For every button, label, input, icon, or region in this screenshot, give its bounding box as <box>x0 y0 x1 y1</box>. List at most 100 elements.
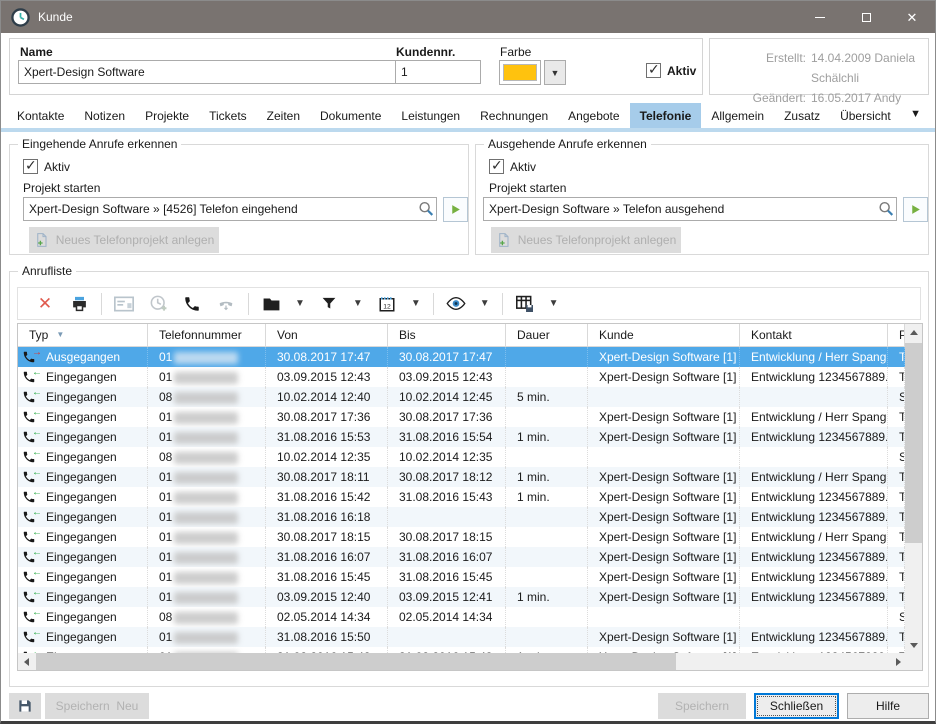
hang-up-button[interactable] <box>215 293 237 315</box>
column-header-projekt[interactable]: Projekt <box>888 324 905 346</box>
column-header-kontakt[interactable]: Kontakt <box>740 324 888 346</box>
close-dialog-button[interactable]: Schließen <box>754 693 839 719</box>
created-label: Erstellt: <box>740 48 806 88</box>
horizontal-scroll-thumb[interactable] <box>36 653 676 670</box>
minimize-button[interactable] <box>797 1 843 33</box>
tab-kontakte[interactable]: Kontakte <box>7 103 74 128</box>
tab-dokumente[interactable]: Dokumente <box>310 103 391 128</box>
tab-notizen[interactable]: Notizen <box>74 103 135 128</box>
outgoing-new-phone-project-button[interactable]: Neues Telefonprojekt anlegen <box>491 227 681 253</box>
kundennr-field[interactable] <box>395 60 481 84</box>
call-button[interactable] <box>181 293 203 315</box>
view-dropdown-chevron-icon[interactable]: ▼ <box>480 298 490 309</box>
date-range-button[interactable]: 12 <box>376 293 398 315</box>
dauer-cell <box>506 367 588 387</box>
table-row[interactable]: ← Eingegangen 01 03.09.2015 12:43 03.09.… <box>18 367 905 387</box>
add-appointment-button[interactable] <box>147 293 169 315</box>
tab-allgemein[interactable]: Allgemein <box>701 103 774 128</box>
open-folder-button[interactable] <box>260 293 282 315</box>
bis-cell: 03.09.2015 12:41 <box>388 587 506 607</box>
tab-zusatz[interactable]: Zusatz <box>774 103 830 128</box>
search-icon[interactable] <box>877 200 895 218</box>
vertical-scroll-thumb[interactable] <box>905 343 922 543</box>
tab-leistungen[interactable]: Leistungen <box>391 103 470 128</box>
phone-number-cell: 01 <box>148 487 266 507</box>
color-swatch-button[interactable] <box>499 60 541 85</box>
horizontal-scrollbar[interactable] <box>18 653 907 670</box>
projekt-cell: Su <box>888 387 905 407</box>
export-table-button[interactable] <box>514 293 536 315</box>
table-row[interactable]: ← Eingegangen 01 31.08.2016 15:50 Xpert-… <box>18 627 905 647</box>
export-dropdown-chevron-icon[interactable]: ▼ <box>549 298 559 309</box>
customer-header-box: Name Kundennr. Farbe ▼ Aktiv <box>9 38 703 95</box>
scroll-left-button[interactable] <box>18 653 35 670</box>
maximize-button[interactable] <box>843 1 889 33</box>
help-button[interactable]: Hilfe <box>847 693 929 719</box>
created-value: 14.04.2009 Daniela Schälchli <box>811 48 928 88</box>
von-cell: 03.09.2015 12:40 <box>266 587 388 607</box>
table-row[interactable]: → Ausgegangen 01 30.08.2017 17:47 30.08.… <box>18 347 905 367</box>
scroll-up-button[interactable] <box>905 324 922 341</box>
close-button[interactable]: ✕ <box>889 1 935 33</box>
aktiv-label: Aktiv <box>667 64 696 78</box>
folder-dropdown-chevron-icon[interactable]: ▼ <box>295 298 305 309</box>
filter-button[interactable] <box>318 293 340 315</box>
filter-dropdown-chevron-icon[interactable]: ▼ <box>353 298 363 309</box>
date-dropdown-chevron-icon[interactable]: ▼ <box>411 298 421 309</box>
column-header-dauer[interactable]: Dauer <box>506 324 588 346</box>
aktiv-checkbox[interactable] <box>646 63 661 78</box>
column-header-typ[interactable]: Typ▼ <box>18 324 148 346</box>
table-row[interactable]: ← Eingegangen 01 31.08.2016 15:45 31.08.… <box>18 567 905 587</box>
print-button[interactable] <box>68 293 90 315</box>
kontakt-cell: Entwicklung 1234567889... <box>740 427 888 447</box>
save-new-button[interactable]: Speichern Neu <box>45 693 149 719</box>
vertical-scrollbar[interactable] <box>905 324 922 654</box>
name-field[interactable] <box>18 60 396 84</box>
table-row[interactable]: ← Eingegangen 01 03.09.2015 12:40 03.09.… <box>18 587 905 607</box>
column-header-bis[interactable]: Bis <box>388 324 506 346</box>
table-row[interactable]: ← Eingegangen 01 31.08.2016 16:18 Xpert-… <box>18 507 905 527</box>
tab-angebote[interactable]: Angebote <box>558 103 629 128</box>
outgoing-project-field[interactable] <box>483 197 897 221</box>
kunde-cell: Xpert-Design Software [1] <box>588 547 740 567</box>
table-row[interactable]: ← Eingegangen 01 31.08.2016 15:42 31.08.… <box>18 487 905 507</box>
incoming-new-phone-project-button[interactable]: Neues Telefonprojekt anlegen <box>29 227 219 253</box>
dauer-cell: 1 min. <box>506 587 588 607</box>
table-row[interactable]: ← Eingegangen 01 31.08.2016 16:07 31.08.… <box>18 547 905 567</box>
bis-cell <box>388 507 506 527</box>
tab-rechnungen[interactable]: Rechnungen <box>470 103 558 128</box>
column-header-telefonnummer[interactable]: Telefonnummer <box>148 324 266 346</box>
new-document-icon <box>34 232 49 248</box>
incoming-aktiv-checkbox[interactable] <box>23 159 38 174</box>
tab-projekte[interactable]: Projekte <box>135 103 199 128</box>
table-row[interactable]: ← Eingegangen 01 30.08.2017 17:36 30.08.… <box>18 407 905 427</box>
save-button[interactable]: Speichern <box>658 693 746 719</box>
contact-card-button[interactable] <box>113 293 135 315</box>
delete-button[interactable]: ✕ <box>34 293 56 315</box>
table-row[interactable]: ← Eingegangen 08 02.05.2014 14:34 02.05.… <box>18 607 905 627</box>
scroll-down-button[interactable] <box>905 637 922 654</box>
color-dropdown-button[interactable]: ▼ <box>544 60 566 85</box>
tab-tickets[interactable]: Tickets <box>199 103 257 128</box>
save-icon-button[interactable] <box>9 693 41 719</box>
table-row[interactable]: ← Eingegangen 01 30.08.2017 18:15 30.08.… <box>18 527 905 547</box>
tab-overflow-chevron-icon[interactable]: ▼ <box>910 108 921 120</box>
table-row[interactable]: ← Eingegangen 01 30.08.2017 18:11 30.08.… <box>18 467 905 487</box>
play-icon <box>909 203 922 216</box>
incoming-project-field[interactable] <box>23 197 437 221</box>
calendar-icon: 12 <box>378 295 396 313</box>
phone-number-cell: 01 <box>148 367 266 387</box>
incoming-start-project-button[interactable] <box>443 197 468 222</box>
tab-zeiten[interactable]: Zeiten <box>257 103 310 128</box>
tab-telefonie[interactable]: Telefonie <box>630 103 702 128</box>
table-row[interactable]: ← Eingegangen 08 10.02.2014 12:40 10.02.… <box>18 387 905 407</box>
column-header-kunde[interactable]: Kunde <box>588 324 740 346</box>
table-row[interactable]: ← Eingegangen 01 31.08.2016 15:53 31.08.… <box>18 427 905 447</box>
table-row[interactable]: ← Eingegangen 08 10.02.2014 12:35 10.02.… <box>18 447 905 467</box>
search-icon[interactable] <box>417 200 435 218</box>
outgoing-start-project-button[interactable] <box>903 197 928 222</box>
view-button[interactable] <box>445 293 467 315</box>
column-header-von[interactable]: Von <box>266 324 388 346</box>
tab-bersicht[interactable]: Übersicht <box>830 103 901 128</box>
outgoing-aktiv-checkbox[interactable] <box>489 159 504 174</box>
